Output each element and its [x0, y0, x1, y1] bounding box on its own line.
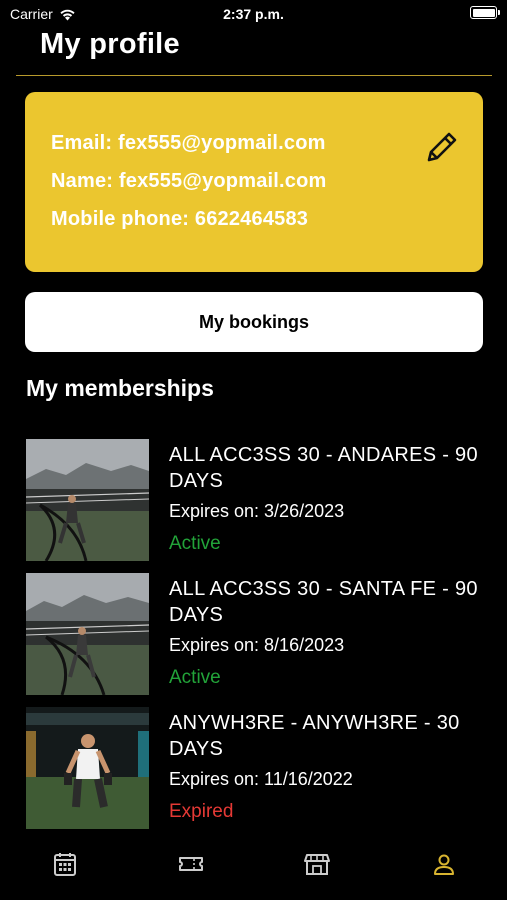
status-bar: Carrier 2:37 p.m.	[0, 0, 507, 28]
tab-bar	[0, 840, 507, 900]
membership-status: Expired	[169, 801, 234, 822]
membership-image	[26, 439, 149, 561]
store-icon[interactable]	[303, 850, 331, 878]
membership-name: ALL ACC3SS 30 - ANDARES - 90 DAYS	[169, 444, 478, 492]
membership-item[interactable]: ANYWH3RE - ANYWH3RE - 30 DAYS Expires on…	[26, 707, 486, 831]
person-icon[interactable]	[430, 850, 458, 878]
title-divider	[16, 75, 492, 76]
profile-name: Name: fex555@yopmail.com	[51, 170, 327, 192]
battery-icon	[470, 6, 500, 19]
my-bookings-button[interactable]: My bookings	[25, 292, 483, 352]
calendar-icon[interactable]	[51, 850, 79, 878]
status-time: 2:37 p.m.	[223, 6, 284, 22]
membership-name: ANYWH3RE - ANYWH3RE - 30 DAYS	[169, 712, 460, 760]
membership-status: Active	[169, 533, 221, 554]
memberships-title: My memberships	[26, 375, 214, 401]
profile-card: Email: fex555@yopmail.com Name: fex555@y…	[25, 92, 483, 272]
profile-phone: Mobile phone: 6622464583	[51, 208, 309, 230]
membership-expiry: Expires on: 11/16/2022	[169, 769, 353, 789]
membership-expiry: Expires on: 3/26/2023	[169, 501, 345, 521]
pencil-icon[interactable]	[423, 128, 461, 166]
membership-name: ALL ACC3SS 30 - SANTA FE - 90 DAYS	[169, 578, 478, 626]
membership-image	[26, 573, 149, 695]
membership-item[interactable]: ALL ACC3SS 30 - SANTA FE - 90 DAYS Expir…	[26, 573, 486, 697]
profile-email: Email: fex555@yopmail.com	[51, 132, 326, 154]
membership-status: Active	[169, 667, 221, 688]
membership-item[interactable]: ALL ACC3SS 30 - ANDARES - 90 DAYS Expire…	[26, 439, 486, 563]
ticket-icon[interactable]	[177, 850, 205, 878]
page-title: My profile	[40, 28, 180, 60]
membership-expiry: Expires on: 8/16/2023	[169, 635, 345, 655]
membership-image	[26, 707, 149, 829]
